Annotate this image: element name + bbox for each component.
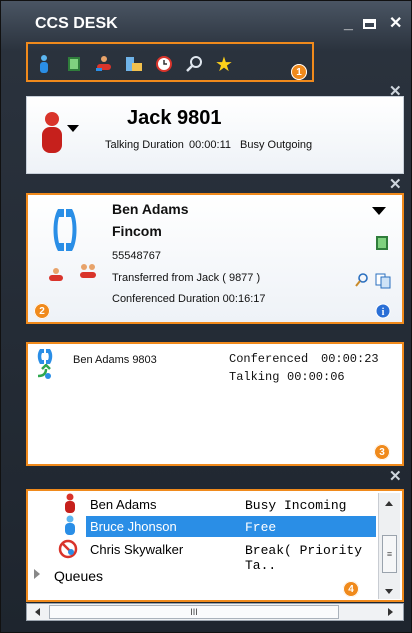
close-icon[interactable]: ✕: [389, 469, 402, 484]
scroll-left-icon[interactable]: [35, 608, 40, 616]
transfer-arrow-icon: [36, 363, 54, 385]
conference-text: Conferenced Duration 00:16:17: [112, 293, 266, 305]
transfer-text: Transferred from Jack ( 9877 ): [112, 272, 261, 284]
queues-label: Queues: [54, 568, 104, 584]
free-agent-icon: [64, 515, 76, 540]
caller-name: Ben Adams: [112, 201, 189, 217]
vertical-scrollbar[interactable]: ≡: [378, 493, 400, 599]
svg-text:i: i: [382, 307, 385, 318]
duration-value: 00:00:11: [189, 139, 232, 151]
scroll-right-icon[interactable]: [388, 608, 393, 616]
transfer-icon[interactable]: [46, 267, 66, 288]
directory-icon[interactable]: [64, 54, 84, 74]
window-title: CCS DESK: [35, 15, 118, 32]
badge-1: 1: [291, 64, 307, 80]
call-panel: Ben Adams Fincom 55548767 Transferred fr…: [26, 193, 404, 324]
badge-4: 4: [343, 581, 359, 597]
badge-2: 2: [34, 303, 50, 319]
queue-icon[interactable]: [124, 54, 144, 74]
agent-status-icon[interactable]: [39, 111, 65, 160]
duration-label: Talking Duration: [105, 139, 184, 151]
info-icon[interactable]: i: [375, 303, 391, 324]
expand-icon[interactable]: [34, 569, 40, 579]
close-button[interactable]: ✕: [389, 16, 402, 32]
agent-panel: Jack 9801 Talking Duration 00:00:11 Busy…: [26, 96, 404, 174]
agent-icon[interactable]: [34, 54, 54, 74]
transfer-icon[interactable]: [94, 54, 114, 74]
minimize-button[interactable]: _: [344, 16, 353, 32]
break-icon: [58, 539, 78, 564]
scroll-up-icon[interactable]: [385, 501, 393, 506]
scroll-thumb[interactable]: ≡: [382, 535, 397, 573]
horizontal-scrollbar[interactable]: III: [26, 603, 404, 621]
clock-icon[interactable]: [154, 54, 174, 74]
contact-name: Chris Skywalker: [90, 542, 184, 557]
call-entry-status1: Conferenced: [229, 352, 309, 366]
favorites-icon[interactable]: ★: [214, 54, 234, 76]
title-bar: CCS DESK _ ✕: [1, 1, 412, 37]
queues-group[interactable]: Queues: [28, 563, 376, 585]
list-item[interactable]: Chris Skywalker Break( Priority Ta..: [28, 538, 376, 573]
call-entry-name[interactable]: Ben Adams 9803: [73, 354, 157, 366]
toolbar: ★: [26, 42, 314, 82]
call-entry-time2: 00:00:06: [287, 370, 345, 384]
scroll-down-icon[interactable]: [385, 589, 393, 594]
search-icon[interactable]: [355, 273, 369, 292]
ccs-desk-window: CCS DESK _ ✕ ★ 1 ✕ Jack 9801 Talking Dur…: [0, 0, 412, 633]
contact-status: Busy Incoming: [245, 498, 347, 513]
scroll-thumb-horizontal[interactable]: III: [49, 605, 339, 619]
phone-icon: [50, 207, 80, 258]
chevron-down-icon[interactable]: [372, 207, 386, 215]
calls-list-panel: Ben Adams 9803 Conferenced 00:00:23 Talk…: [26, 342, 404, 466]
caller-number: 55548767: [112, 250, 161, 262]
contacts-list: Ben Adams Busy Incoming Bruce Jhonson Fr…: [26, 489, 404, 602]
badge-3: 3: [374, 444, 390, 460]
call-entry-time1: 00:00:23: [321, 352, 379, 366]
close-icon[interactable]: ✕: [389, 177, 402, 192]
contact-name: Ben Adams: [90, 497, 157, 512]
conference-icon[interactable]: [78, 263, 98, 286]
contact-name: Bruce Jhonson: [90, 519, 177, 534]
copy-icon[interactable]: [375, 273, 391, 294]
agent-status: Busy Outgoing: [240, 139, 313, 151]
chevron-down-icon[interactable]: [67, 125, 79, 132]
caller-company: Fincom: [112, 223, 162, 239]
list-item[interactable]: Bruce Jhonson Free: [28, 515, 376, 537]
search-icon[interactable]: [184, 54, 204, 74]
call-entry-status2: Talking: [229, 370, 280, 384]
agent-name: Jack 9801: [127, 107, 222, 129]
maximize-button[interactable]: [363, 19, 376, 29]
contact-status: Free: [245, 520, 277, 535]
list-item[interactable]: Ben Adams Busy Incoming: [28, 493, 376, 515]
directory-icon[interactable]: [375, 235, 389, 256]
